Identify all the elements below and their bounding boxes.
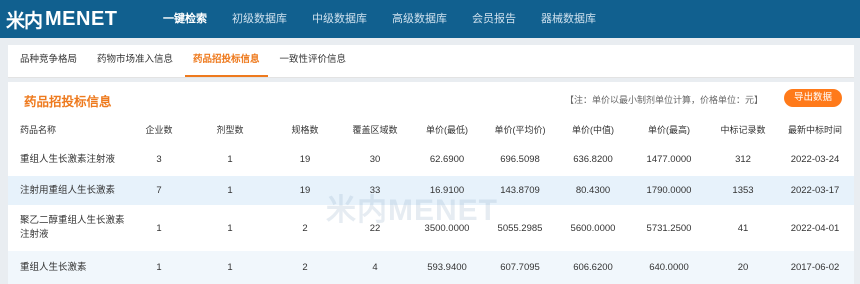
cell-price-max: 1790.0000 — [628, 176, 710, 205]
col-header-price-avg: 单价(平均价) — [494, 124, 546, 135]
cell-region-count: 22 — [369, 222, 381, 234]
col-header-drug-name: 药品名称 — [20, 124, 57, 135]
cell-company-count: 1 — [156, 222, 162, 234]
cell-price-max: 640.0000 — [628, 251, 710, 284]
col-header-price-max: 单价(最高) — [648, 124, 690, 135]
nav-item-member-reports[interactable]: 会员报告 — [461, 0, 527, 38]
cell-award-count: 20 — [710, 251, 776, 284]
cell-price-median: 606.6200 — [558, 251, 628, 284]
col-header-spec-count: 规格数 — [291, 124, 319, 135]
cell-price-median: 80.4300 — [558, 176, 628, 205]
col-header-dosage-form-count: 剂型数 — [216, 124, 244, 135]
cell-region-count: 30 — [369, 154, 381, 165]
cell-company-count: 1 — [130, 251, 188, 284]
cell-award-count: 1353 — [710, 176, 776, 205]
menet-logo[interactable]: 米内 MENET — [6, 6, 146, 33]
col-header-price-min: 单价(最低) — [426, 124, 468, 135]
cell-award-count: 41 — [737, 222, 749, 234]
cell-price-median: 5600.0000 — [570, 222, 616, 234]
cell-drug-name[interactable]: 重组人生长激素注射液 — [8, 143, 130, 176]
cell-price-avg: 5055.2985 — [497, 222, 543, 234]
cell-price-avg: 607.7095 — [482, 251, 558, 284]
cell-price-min: 62.6900 — [429, 154, 465, 165]
cell-drug-name[interactable]: 注射用重组人生长激素 — [8, 176, 130, 205]
cell-spec-count: 2 — [272, 251, 338, 284]
col-header-award-count: 中标记录数 — [720, 124, 766, 135]
tab-tender-info[interactable]: 药品招投标信息 — [185, 51, 268, 77]
panel-title: 药品招投标信息 — [24, 95, 112, 109]
col-header-latest-award-date: 最新中标时间 — [787, 124, 842, 135]
cell-spec-count: 2 — [302, 222, 308, 234]
tab-consistency-evaluation[interactable]: 一致性评价信息 — [272, 51, 355, 77]
cell-dosage-form-count: 1 — [227, 222, 233, 234]
table-row[interactable]: 重组人生长激素注射液 3 1 19 30 62.6900 696.5098 63… — [8, 143, 854, 176]
table-row[interactable]: 聚乙二醇重组人生长激素注射液 1 1 2 22 3500.0000 5055.2… — [8, 205, 854, 251]
cell-dosage-form-count: 1 — [188, 176, 272, 205]
cell-spec-count: 19 — [272, 176, 338, 205]
cell-region-count: 33 — [338, 176, 412, 205]
cell-drug-name[interactable]: 重组人生长激素 — [8, 251, 130, 284]
cell-price-max: 5731.2500 — [646, 222, 692, 234]
cell-latest-award-date: 2017-06-02 — [776, 251, 854, 284]
top-navigation-bar: 米内 MENET 一键检索 初级数据库 中级数据库 高级数据库 会员报告 器械数… — [0, 0, 860, 38]
sub-tab-bar: 品种竞争格局 药物市场准入信息 药品招投标信息 一致性评价信息 — [8, 45, 854, 78]
export-data-button[interactable]: 导出数据 — [784, 89, 842, 107]
price-unit-note: 【注：单价以最小制剂单位计算，价格单位：元】 — [564, 95, 763, 105]
table-row[interactable]: 注射用重组人生长激素 7 1 19 33 16.9100 143.8709 80… — [8, 176, 854, 205]
nav-item-basic-database[interactable]: 初级数据库 — [221, 0, 298, 38]
table-header-row: 药品名称 企业数 剂型数 规格数 覆盖区域数 单价(最低) 单价(平均价) 单价… — [8, 115, 854, 143]
cell-spec-count: 19 — [299, 154, 311, 165]
col-header-region-count: 覆盖区域数 — [352, 124, 398, 135]
cell-dosage-form-count: 1 — [188, 251, 272, 284]
col-header-price-median: 单价(中值) — [572, 124, 614, 135]
col-header-company-count: 企业数 — [145, 124, 173, 135]
table-row[interactable]: 重组人生长激素 1 1 2 4 593.9400 607.7095 606.62… — [8, 251, 854, 284]
tender-table: 药品名称 企业数 剂型数 规格数 覆盖区域数 单价(最低) 单价(平均价) 单价… — [8, 115, 854, 284]
cell-latest-award-date: 2022-03-17 — [776, 176, 854, 205]
tender-info-panel: 药品招投标信息 【注：单价以最小制剂单位计算，价格单位：元】 导出数据 药品名称… — [8, 82, 854, 284]
cell-company-count: 3 — [156, 154, 162, 165]
cell-latest-award-date: 2022-04-01 — [790, 222, 840, 234]
cell-price-min: 3500.0000 — [424, 222, 470, 234]
cell-company-count: 7 — [130, 176, 188, 205]
nav-item-device-database[interactable]: 器械数据库 — [530, 0, 607, 38]
nav-item-quick-search[interactable]: 一键检索 — [152, 0, 218, 38]
main-nav: 一键检索 初级数据库 中级数据库 高级数据库 会员报告 器械数据库 — [152, 0, 610, 38]
logo-mark: 米内 — [6, 9, 43, 32]
cell-drug-name[interactable]: 聚乙二醇重组人生长激素注射液 — [8, 205, 130, 251]
tab-market-access[interactable]: 药物市场准入信息 — [89, 51, 181, 77]
nav-item-intermediate-database[interactable]: 中级数据库 — [301, 0, 378, 38]
logo-wordmark: MENET — [45, 7, 118, 30]
tab-competition-landscape[interactable]: 品种竞争格局 — [12, 51, 85, 77]
cell-region-count: 4 — [338, 251, 412, 284]
cell-price-min: 16.9100 — [412, 176, 482, 205]
cell-dosage-form-count: 1 — [227, 154, 233, 165]
cell-price-median: 636.8200 — [573, 154, 613, 165]
nav-item-advanced-database[interactable]: 高级数据库 — [381, 0, 458, 38]
cell-award-count: 312 — [735, 154, 751, 165]
cell-latest-award-date: 2022-03-24 — [790, 154, 840, 165]
cell-price-avg: 143.8709 — [482, 176, 558, 205]
cell-price-min: 593.9400 — [412, 251, 482, 284]
cell-price-max: 1477.0000 — [646, 154, 692, 165]
cell-price-avg: 696.5098 — [500, 154, 540, 165]
